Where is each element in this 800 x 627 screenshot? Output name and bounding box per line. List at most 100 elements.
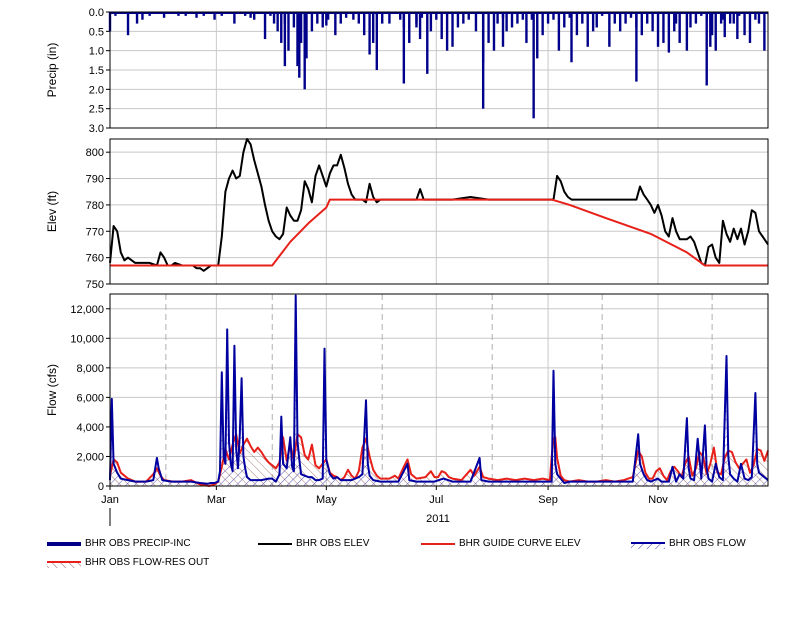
legend-precip-swatch — [47, 541, 81, 546]
precip-bar — [429, 12, 433, 32]
flow-tick-label-y: 10,000 — [70, 333, 104, 345]
precip-bar — [525, 12, 528, 43]
precip-y-axis-label: Precip (in) — [45, 43, 59, 98]
precip-bar — [362, 12, 366, 36]
precip-tick-label-y: 2.5 — [89, 104, 104, 116]
precip-bar — [440, 12, 443, 40]
x-tick-label: Mar — [207, 494, 226, 506]
precip-bar — [456, 12, 460, 28]
precip-bar — [415, 12, 418, 28]
flow-tick-label-y: 4,000 — [76, 422, 104, 434]
legend-res-out-swatch — [47, 560, 81, 568]
precip-tick-label-y: 1.5 — [89, 65, 104, 77]
precip-bar — [743, 12, 746, 36]
precip-bar — [723, 12, 726, 38]
precip-bar — [321, 12, 324, 28]
precip-tick-label-y: 1.0 — [89, 46, 104, 58]
precip-bar — [689, 12, 692, 28]
precip-bar — [310, 12, 314, 32]
legend-label-obs-flow: BHR OBS FLOW — [669, 538, 746, 549]
precip-bar — [532, 12, 535, 119]
precip-tick-label-y: 2.0 — [89, 84, 104, 96]
precip-bar — [608, 12, 611, 47]
legend-label-obs-elev: BHR OBS ELEV — [296, 538, 370, 549]
precip-bar — [763, 12, 766, 51]
precip-bar — [595, 12, 598, 28]
flow-tick-label-y: 0 — [98, 481, 104, 493]
legend-obs-flow-swatch — [631, 541, 665, 549]
flow-plot-bg — [110, 294, 768, 486]
precip-bar — [368, 12, 371, 55]
flow-tick-label-y: 12,000 — [70, 304, 104, 316]
precip-bar — [487, 12, 490, 43]
precip-bar — [474, 12, 478, 32]
x-axis-year-label: 2011 — [426, 513, 450, 525]
precip-bar — [635, 12, 638, 82]
precip-bar — [263, 12, 267, 40]
precip-bar — [651, 12, 654, 32]
elev-tick-label-y: 800 — [86, 147, 104, 159]
precip-bar — [563, 12, 566, 28]
elev-y-axis-label: Elev (ft) — [45, 191, 59, 232]
legend-item-res-out: BHR OBS FLOW-RES OUT — [47, 557, 209, 568]
precip-bar — [408, 12, 411, 43]
precip-bar — [298, 12, 301, 78]
precip-bar — [418, 12, 422, 40]
precip-bar — [402, 12, 406, 84]
precip-bar — [280, 12, 283, 43]
legend-obs-elev-swatch — [258, 542, 292, 545]
flow-panel: 0 2,000 4,000 6,000 8,000 10,000 12,000 Jan Mar M… — [45, 293, 769, 526]
precip-tick-label-y: 0.5 — [89, 26, 104, 38]
elevation-panel: 750 760 770 780 790 800 Elev (ft) — [45, 138, 769, 291]
precip-bar — [451, 12, 454, 47]
precip-bar — [710, 12, 714, 36]
precip-bar — [705, 12, 708, 86]
hydrograph-chart: 0.0 0.5 1.0 1.5 2.0 2.5 3.0 Precip (in) 750 760 7… — [45, 7, 769, 526]
precip-bar — [748, 12, 752, 43]
legend-label-precip: BHR OBS PRECIP-INC — [85, 538, 191, 549]
precip-bar — [501, 12, 505, 47]
legend-item-precip: BHR OBS PRECIP-INC — [47, 538, 191, 549]
elev-plot-bg — [110, 139, 768, 284]
precip-bar — [481, 12, 485, 109]
legend-guide-curve-swatch — [421, 542, 455, 545]
flow-tick-label-y: 8,000 — [76, 363, 104, 375]
precip-bar — [126, 12, 130, 36]
precip-bar — [685, 12, 689, 51]
legend-label-guide-curve: BHR GUIDE CURVE ELEV — [459, 538, 581, 549]
flow-tick-label-y: 2,000 — [76, 451, 104, 463]
x-tick-label: Jul — [429, 494, 443, 506]
precip-tick-label-y: 3.0 — [89, 123, 104, 135]
precip-bar — [618, 12, 622, 32]
precip-bar — [334, 12, 337, 36]
precip-bar — [536, 12, 539, 59]
precip-bar — [292, 12, 296, 28]
precip-bar — [510, 12, 514, 28]
precip-bar — [505, 12, 508, 32]
x-tick-label: May — [316, 494, 337, 506]
x-tick-label: Nov — [648, 494, 668, 506]
precip-bar — [283, 12, 287, 67]
precip-bar — [640, 12, 644, 36]
elev-tick-label-y: 770 — [86, 226, 104, 238]
precip-bar — [375, 12, 379, 70]
precip-bar — [575, 12, 579, 36]
precip-bar — [372, 12, 375, 43]
precip-tick-label-y: 0.0 — [89, 7, 104, 19]
elev-tick-label-y: 760 — [86, 253, 104, 265]
legend-item-guide-curve: BHR GUIDE CURVE ELEV — [421, 538, 581, 549]
legend-label-res-out: BHR OBS FLOW-RES OUT — [85, 557, 210, 568]
x-tick-label: Sep — [538, 494, 558, 506]
precip-bar — [591, 12, 595, 32]
precip-bar — [287, 12, 290, 51]
precip-bar — [678, 12, 681, 43]
precip-bar — [662, 12, 665, 43]
precip-bar — [445, 12, 449, 51]
elev-tick-label-y: 780 — [86, 200, 104, 212]
precip-bar — [492, 12, 496, 51]
precip-panel: 0.0 0.5 1.0 1.5 2.0 2.5 3.0 Precip (in) — [45, 7, 769, 135]
elev-tick-label-y: 750 — [86, 279, 104, 291]
precip-bar — [303, 12, 306, 90]
precip-bar — [586, 12, 589, 47]
precip-bar — [736, 12, 739, 40]
